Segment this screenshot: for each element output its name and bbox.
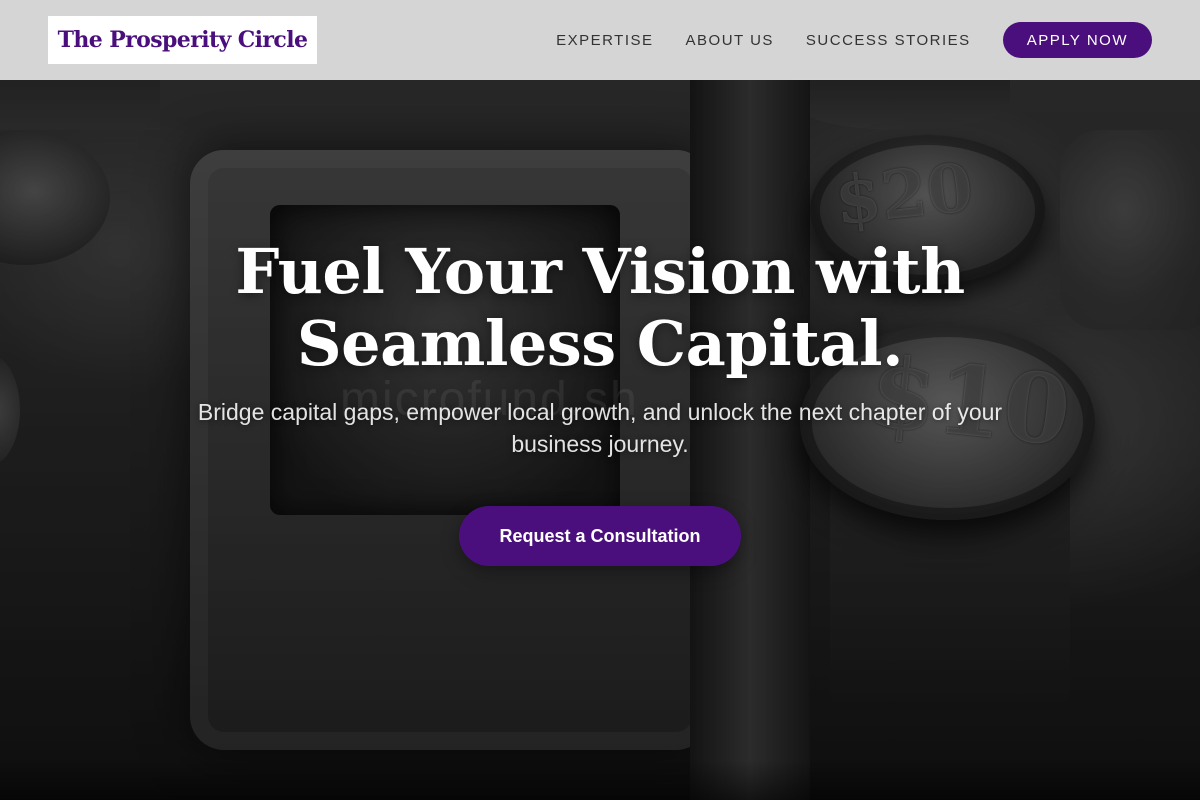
hero-headline: Fuel Your Vision with Seamless Capital. xyxy=(0,236,1200,380)
hero-bottom-fade xyxy=(0,760,1200,800)
hero-headline-line1: Fuel Your Vision with xyxy=(235,235,965,308)
request-consultation-button[interactable]: Request a Consultation xyxy=(459,506,741,566)
logo[interactable]: The Prosperity Circle xyxy=(48,16,317,64)
hero-section: Fuel Your Vision with Seamless Capital. … xyxy=(0,236,1200,460)
nav-link-about-us[interactable]: ABOUT US xyxy=(686,32,774,49)
nav-link-expertise[interactable]: EXPERTISE xyxy=(556,32,653,49)
hero-headline-line2: Seamless Capital. xyxy=(296,307,904,380)
logo-text: The Prosperity Circle xyxy=(57,27,308,53)
apply-now-button[interactable]: APPLY NOW xyxy=(1002,22,1152,58)
main-nav: EXPERTISE ABOUT US SUCCESS STORIES APPLY… xyxy=(556,22,1152,58)
hero-subtext: Bridge capital gaps, empower local growt… xyxy=(197,399,1003,457)
nav-link-success-stories[interactable]: SUCCESS STORIES xyxy=(806,32,971,49)
site-header: The Prosperity Circle EXPERTISE ABOUT US… xyxy=(0,0,1200,80)
